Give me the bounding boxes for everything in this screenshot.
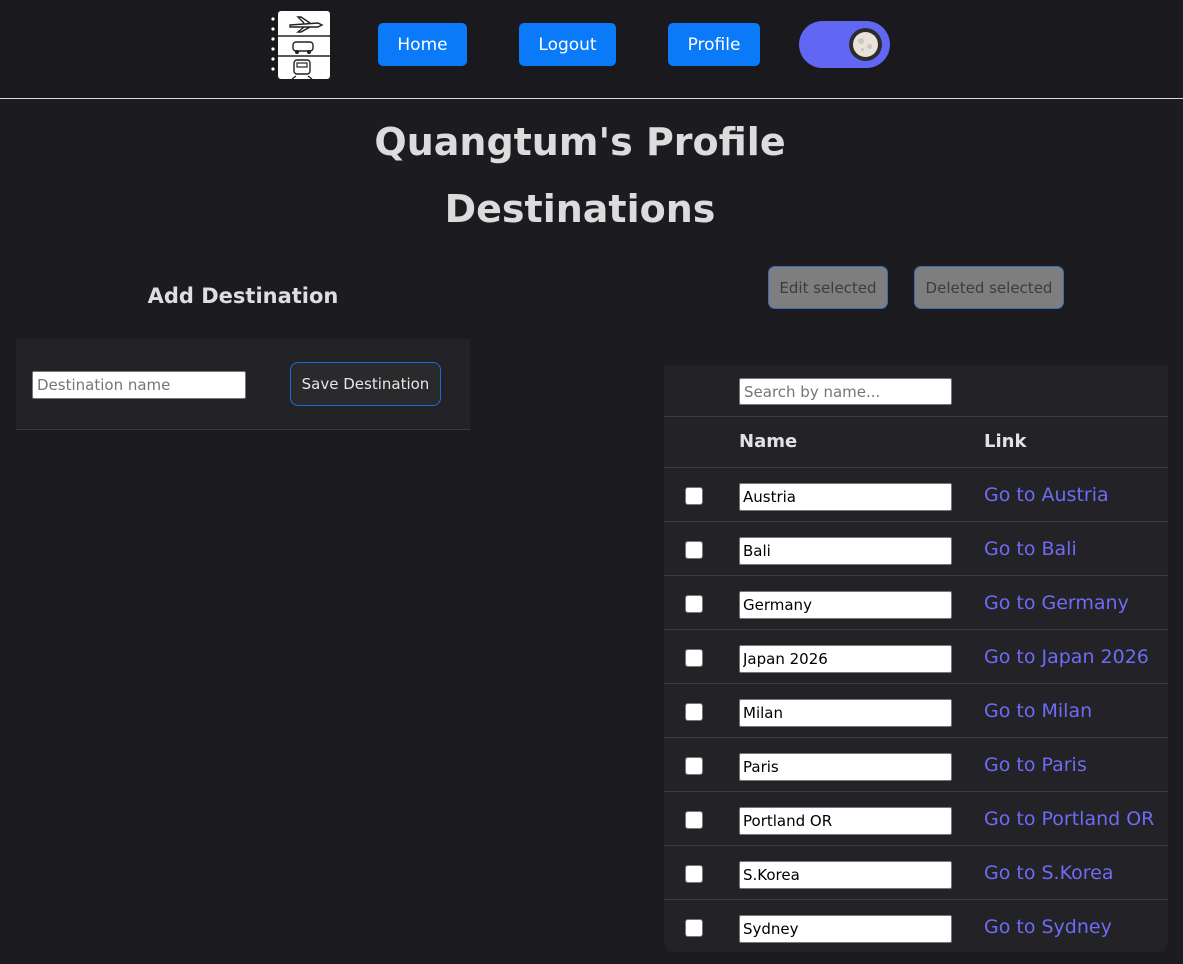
table-row: Go to Sydney bbox=[664, 900, 1168, 952]
destination-name-field[interactable] bbox=[739, 537, 952, 565]
profile-button[interactable]: Profile bbox=[668, 23, 760, 66]
destination-name-field[interactable] bbox=[739, 807, 952, 835]
destinations-table: Name Link Go to Austria Go to Bali Go to… bbox=[664, 365, 1168, 952]
row-checkbox[interactable] bbox=[685, 649, 703, 667]
logout-button[interactable]: Logout bbox=[519, 23, 616, 66]
search-row bbox=[664, 365, 1168, 417]
save-destination-button[interactable]: Save Destination bbox=[290, 362, 441, 406]
edit-selected-button[interactable]: Edit selected bbox=[768, 266, 888, 309]
destination-name-field[interactable] bbox=[739, 915, 952, 943]
destination-link[interactable]: Go to Sydney bbox=[984, 916, 1112, 938]
destination-name-field[interactable] bbox=[739, 699, 952, 727]
table-row: Go to Bali bbox=[664, 522, 1168, 576]
destination-link[interactable]: Go to Germany bbox=[984, 592, 1129, 614]
row-checkbox[interactable] bbox=[685, 703, 703, 721]
row-checkbox[interactable] bbox=[685, 541, 703, 559]
destination-link[interactable]: Go to Austria bbox=[984, 484, 1109, 506]
table-row: Go to Portland OR bbox=[664, 792, 1168, 846]
table-row: Go to S.Korea bbox=[664, 846, 1168, 900]
home-button[interactable]: Home bbox=[378, 23, 467, 66]
row-checkbox[interactable] bbox=[685, 865, 703, 883]
table-header: Name Link bbox=[664, 417, 1168, 468]
destination-name-field[interactable] bbox=[739, 753, 952, 781]
row-checkbox[interactable] bbox=[685, 595, 703, 613]
travel-logo-icon[interactable] bbox=[270, 10, 332, 80]
add-destination-form: Save Destination bbox=[16, 339, 470, 430]
destination-link[interactable]: Go to Portland OR bbox=[984, 808, 1154, 830]
add-destination-heading: Add Destination bbox=[147, 284, 339, 308]
destination-link[interactable]: Go to Milan bbox=[984, 700, 1092, 722]
destination-name-field[interactable] bbox=[739, 483, 952, 511]
column-header-name: Name bbox=[739, 431, 798, 452]
page-title: Quangtum's Profile bbox=[374, 120, 786, 164]
destination-link[interactable]: Go to Bali bbox=[984, 538, 1077, 560]
delete-selected-button[interactable]: Deleted selected bbox=[914, 266, 1064, 309]
table-row: Go to Paris bbox=[664, 738, 1168, 792]
table-row: Go to Austria bbox=[664, 468, 1168, 522]
destination-link[interactable]: Go to S.Korea bbox=[984, 862, 1113, 884]
table-row: Go to Japan 2026 bbox=[664, 630, 1168, 684]
destination-name-field[interactable] bbox=[739, 591, 952, 619]
destination-link[interactable]: Go to Paris bbox=[984, 754, 1087, 776]
theme-toggle[interactable] bbox=[799, 21, 890, 68]
row-checkbox[interactable] bbox=[685, 811, 703, 829]
table-row: Go to Germany bbox=[664, 576, 1168, 630]
destination-name-input[interactable] bbox=[32, 371, 246, 399]
destination-name-field[interactable] bbox=[739, 861, 952, 889]
column-header-link: Link bbox=[984, 431, 1027, 452]
row-checkbox[interactable] bbox=[685, 757, 703, 775]
row-checkbox[interactable] bbox=[685, 919, 703, 937]
row-checkbox[interactable] bbox=[685, 487, 703, 505]
navbar: Home Logout Profile bbox=[0, 0, 1183, 99]
page-subtitle: Destinations bbox=[444, 187, 716, 231]
destination-name-field[interactable] bbox=[739, 645, 952, 673]
moon-icon bbox=[853, 32, 878, 57]
destination-link[interactable]: Go to Japan 2026 bbox=[984, 646, 1149, 668]
search-input[interactable] bbox=[739, 378, 952, 405]
table-row: Go to Milan bbox=[664, 684, 1168, 738]
